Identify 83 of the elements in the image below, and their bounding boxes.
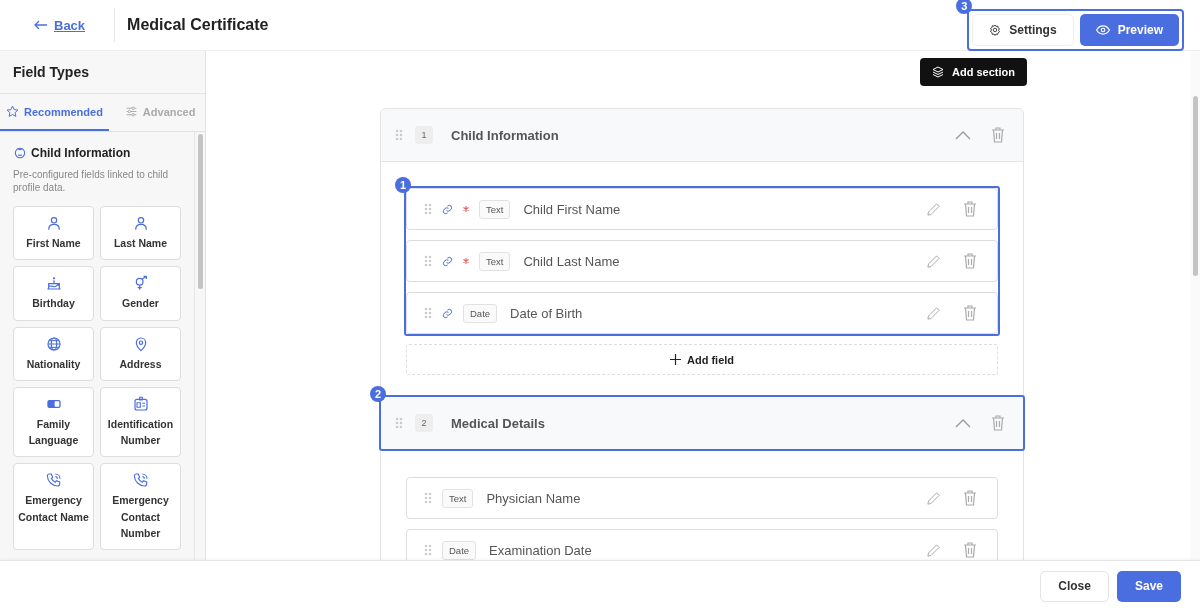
pencil-icon[interactable] bbox=[926, 305, 941, 321]
pencil-icon[interactable] bbox=[926, 253, 941, 269]
pencil-icon[interactable] bbox=[926, 490, 941, 506]
plus-icon bbox=[669, 354, 681, 365]
callout-badge: 2 bbox=[370, 386, 386, 402]
tab[interactable]: Recommended bbox=[0, 94, 109, 131]
child-face-icon bbox=[13, 146, 27, 160]
sliders-icon bbox=[124, 105, 138, 118]
id-badge-icon bbox=[132, 395, 149, 412]
chevron-up-icon[interactable] bbox=[955, 130, 971, 140]
drag-handle-icon[interactable] bbox=[424, 492, 432, 504]
pencil-icon[interactable] bbox=[926, 201, 941, 217]
group-title: Child Information bbox=[31, 146, 131, 160]
field-row[interactable]: Date Date of Birth bbox=[406, 292, 998, 334]
person-icon bbox=[45, 215, 62, 231]
trash-icon[interactable] bbox=[991, 415, 1005, 431]
group-description: Pre-configured fields linked to child profile data. bbox=[13, 168, 170, 194]
drag-handle-icon[interactable] bbox=[424, 203, 432, 215]
field-type-tag: Text bbox=[479, 199, 511, 219]
layers-icon bbox=[932, 66, 945, 78]
settings-icon bbox=[989, 24, 1002, 36]
drag-handle-icon[interactable] bbox=[424, 544, 432, 556]
field-name: Examination Date bbox=[489, 542, 593, 558]
drag-handle-icon[interactable] bbox=[395, 417, 403, 429]
field-type-tag: Text bbox=[479, 251, 511, 271]
scrollbar-thumb[interactable] bbox=[1192, 96, 1198, 276]
field-name: Child First Name bbox=[523, 201, 622, 217]
field-type-tag: Text bbox=[442, 488, 474, 508]
section-header[interactable]: 1 Child Information bbox=[381, 109, 1023, 162]
trash-icon[interactable] bbox=[963, 305, 977, 321]
trash-icon[interactable] bbox=[963, 253, 977, 269]
cake-icon bbox=[45, 275, 62, 292]
trash-icon[interactable] bbox=[963, 542, 977, 558]
trash-icon[interactable] bbox=[991, 127, 1005, 143]
preview-button[interactable]: Preview bbox=[1079, 14, 1179, 46]
field-row[interactable]: Text Child First Name bbox=[406, 188, 998, 230]
field-type-tile[interactable]: Nationality bbox=[13, 326, 94, 381]
trash-icon[interactable] bbox=[963, 201, 977, 217]
field-name: Date of Birth bbox=[510, 305, 584, 321]
field-row[interactable]: Text Child Last Name bbox=[406, 240, 998, 282]
add-section-button[interactable]: Add section bbox=[920, 58, 1027, 86]
section-title: Child Information bbox=[451, 127, 560, 143]
field-type-tile[interactable]: Gender bbox=[100, 266, 181, 321]
field-type-tag: Date bbox=[442, 540, 477, 560]
eye-icon bbox=[1095, 25, 1110, 35]
field-name: Child Last Name bbox=[523, 253, 621, 269]
callout-badge: 3 bbox=[956, 0, 973, 14]
section-title: Medical Details bbox=[451, 415, 546, 431]
callout-badge: 1 bbox=[395, 177, 411, 193]
page-title: Medical Certificate bbox=[127, 16, 270, 34]
field-type-tag: Date bbox=[463, 303, 498, 323]
person-icon bbox=[132, 215, 149, 231]
field-type-tile[interactable]: Address bbox=[100, 326, 181, 381]
save-button[interactable]: Save bbox=[1116, 570, 1181, 602]
chevron-up-icon[interactable] bbox=[955, 418, 971, 428]
sidebar-title: Field Types bbox=[0, 51, 205, 94]
settings-button[interactable]: Settings bbox=[972, 14, 1074, 46]
scrollbar-thumb[interactable] bbox=[197, 134, 203, 289]
field-type-tile[interactable]: First Name bbox=[13, 206, 94, 261]
drag-handle-icon[interactable] bbox=[424, 307, 432, 319]
globe-icon bbox=[45, 335, 62, 352]
field-type-tile[interactable]: Identification Number bbox=[100, 386, 181, 458]
star-icon bbox=[6, 105, 19, 118]
phone-icon bbox=[45, 472, 62, 489]
add-field-button[interactable]: Add field bbox=[406, 344, 998, 375]
field-row[interactable]: Text Physician Name bbox=[406, 477, 998, 519]
trash-icon[interactable] bbox=[963, 490, 977, 506]
arrow-left-icon bbox=[34, 20, 48, 30]
section-number: 1 bbox=[415, 126, 433, 144]
field-row[interactable]: Date Examination Date bbox=[406, 529, 998, 560]
field-type-tile[interactable]: Last Name bbox=[100, 206, 181, 261]
field-type-tile[interactable]: Birthday bbox=[13, 266, 94, 321]
section-number: 2 bbox=[415, 414, 433, 432]
field-type-tile[interactable]: Emergency Contact Number bbox=[100, 463, 181, 551]
field-type-tile[interactable]: Family Language bbox=[13, 386, 94, 458]
drag-handle-icon[interactable] bbox=[395, 129, 403, 141]
back-link[interactable]: Back bbox=[34, 17, 86, 33]
drag-handle-icon[interactable] bbox=[424, 255, 432, 267]
pencil-icon[interactable] bbox=[926, 542, 941, 558]
field-type-tile[interactable]: Emergency Contact Name bbox=[13, 463, 94, 551]
close-button[interactable]: Close bbox=[1040, 570, 1109, 602]
phone-icon bbox=[132, 472, 149, 489]
field-name: Physician Name bbox=[486, 490, 582, 506]
